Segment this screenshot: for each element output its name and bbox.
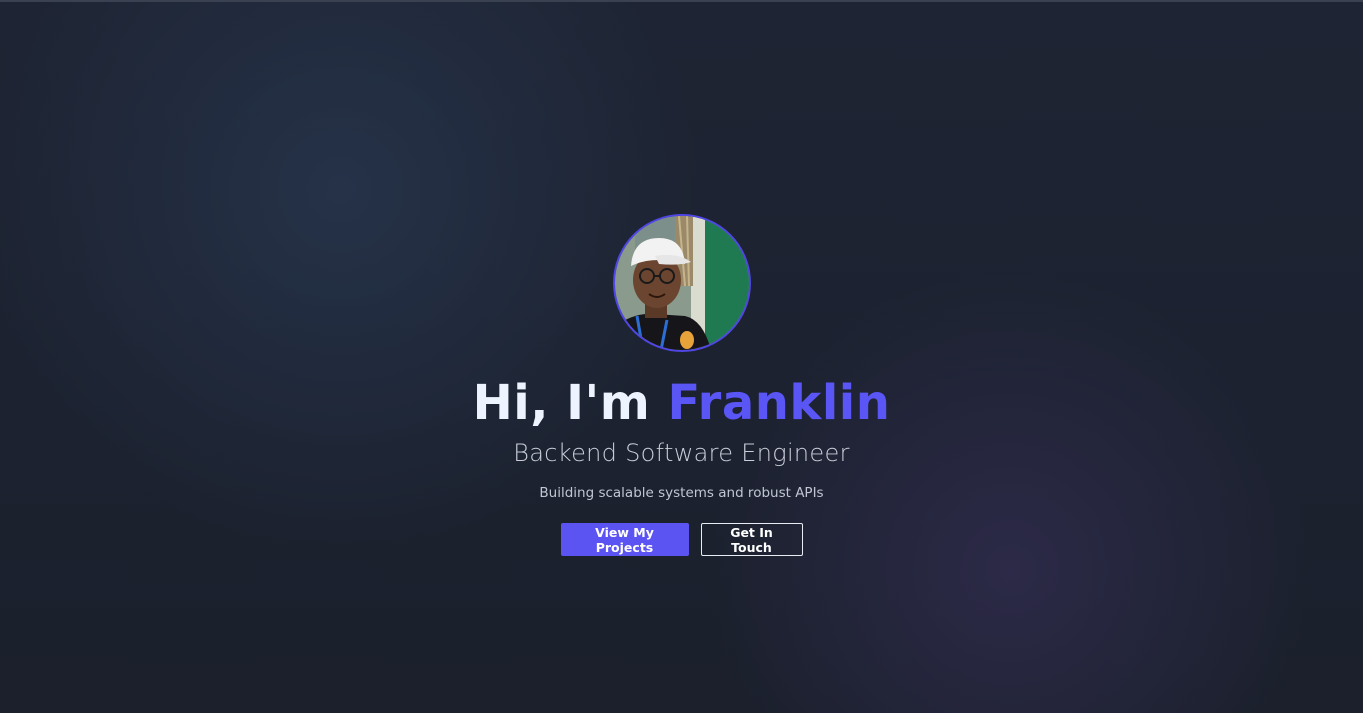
avatar bbox=[612, 214, 751, 352]
cta-buttons: View My Projects Get In Touch bbox=[0, 523, 1363, 556]
view-projects-button[interactable]: View My Projects bbox=[560, 523, 689, 556]
job-title: Backend Software Engineer bbox=[513, 439, 850, 467]
page-title: Hi, I'm Franklin bbox=[0, 372, 1363, 434]
avatar-photo bbox=[614, 216, 749, 350]
name-highlight: Franklin bbox=[667, 375, 891, 431]
tagline: Building scalable systems and robust API… bbox=[539, 485, 824, 501]
greeting-text: Hi, I'm bbox=[472, 375, 668, 431]
get-in-touch-button[interactable]: Get In Touch bbox=[700, 523, 803, 556]
top-border bbox=[0, 0, 1363, 2]
hero-section: Hi, I'm Franklin Backend Software Engine… bbox=[0, 214, 1363, 556]
